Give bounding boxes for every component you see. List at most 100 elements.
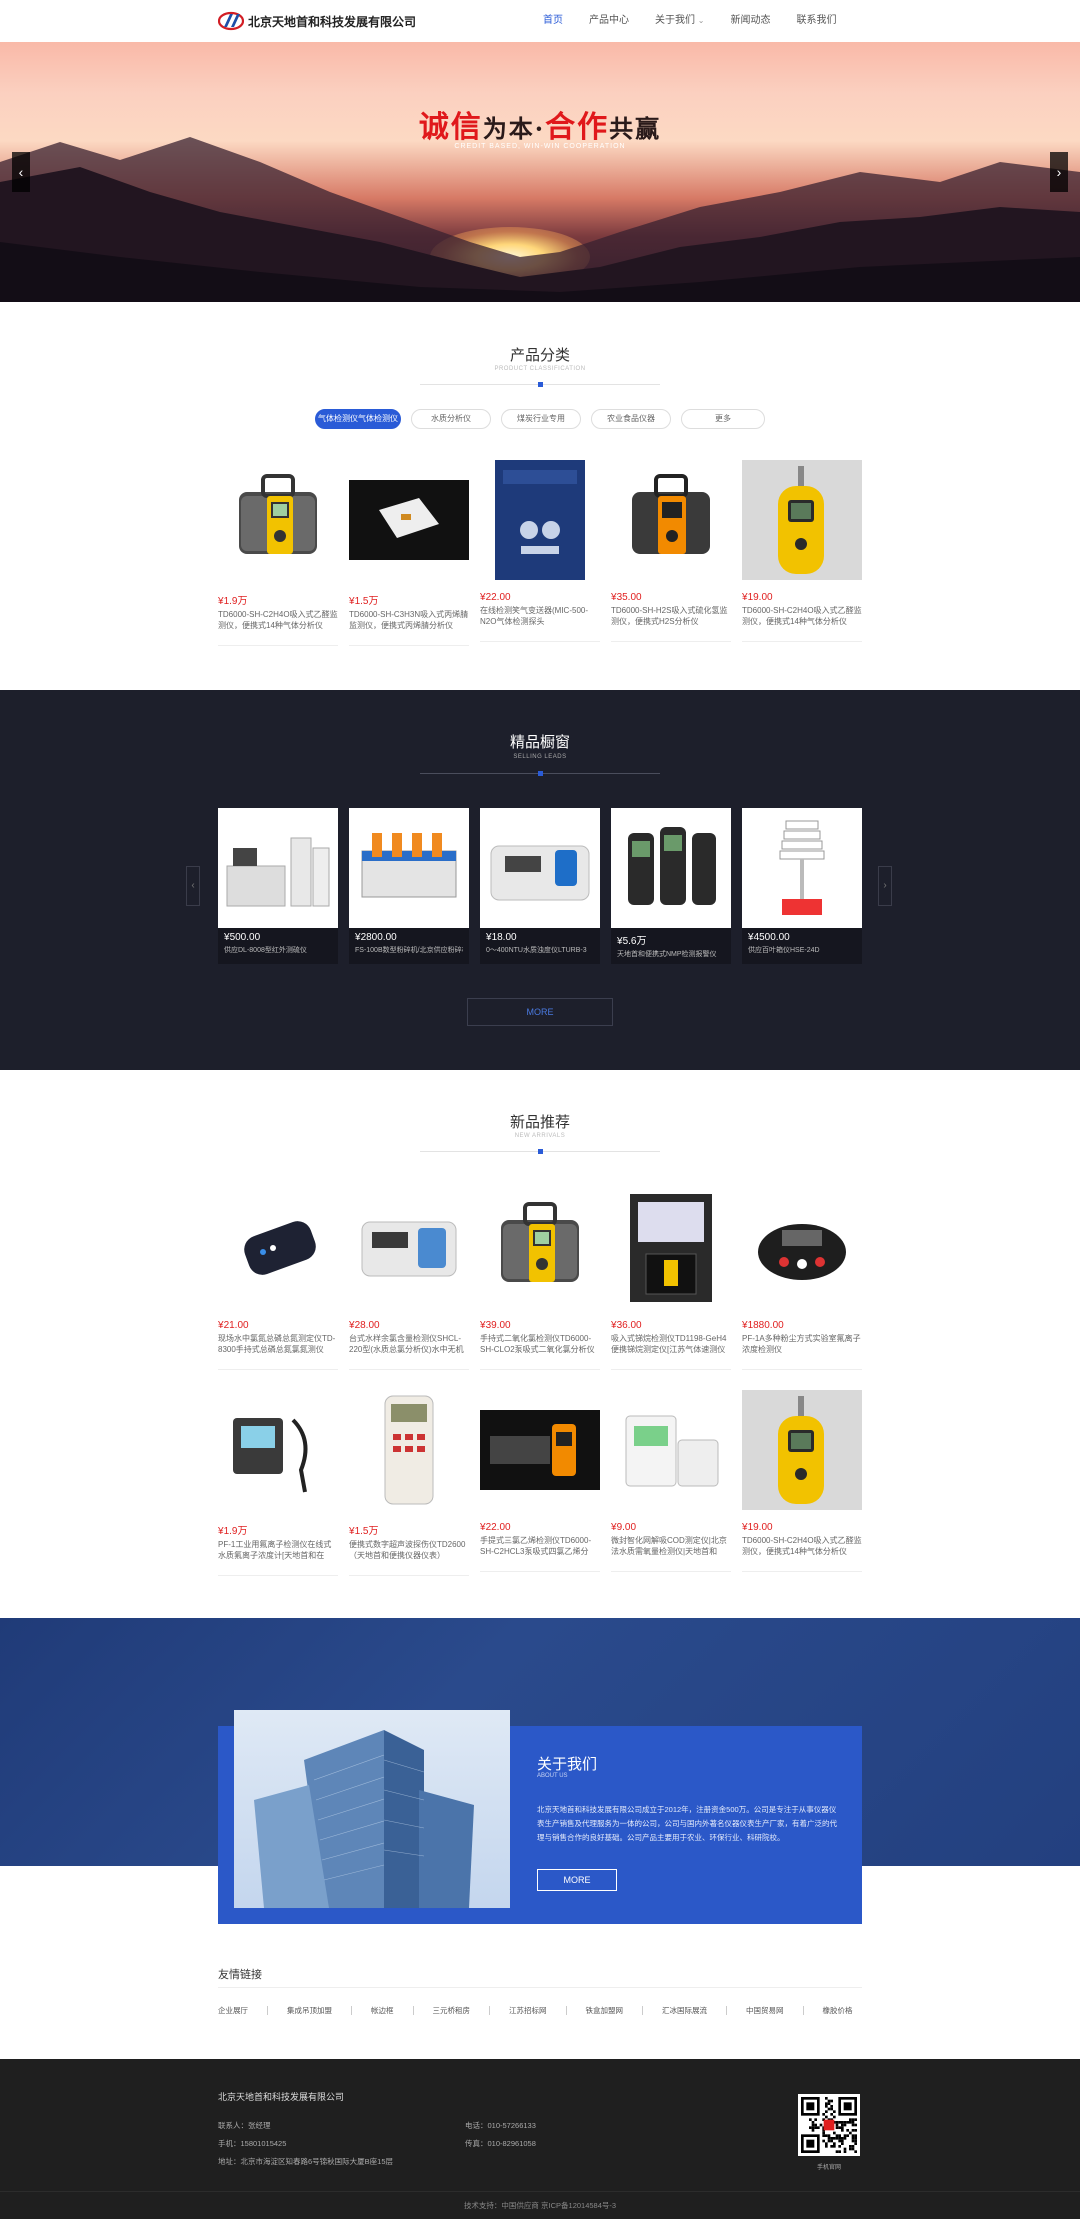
nav-products[interactable]: 产品中心 xyxy=(576,0,642,42)
product-image[interactable] xyxy=(742,808,862,928)
product-image[interactable] xyxy=(480,1188,600,1308)
product-price: ¥500.00 xyxy=(224,932,261,943)
product-image[interactable] xyxy=(611,808,731,928)
product-card[interactable]: ¥19.00 TD6000-SH-C2H4O吸入式乙醛监测仪，便携式14种气体分析… xyxy=(742,1390,862,1572)
about-description: 北京天地首和科技发展有限公司成立于2012年，注册资金500万。公司是专注于从事… xyxy=(537,1805,837,1842)
friend-link[interactable]: 集成吊顶加盟 xyxy=(287,2005,332,2016)
friend-link[interactable]: 铁盒加盟网 xyxy=(586,2005,624,2016)
qr-code-icon[interactable] xyxy=(798,2094,860,2156)
banner-prev-button[interactable]: ‹ xyxy=(12,152,30,192)
product-name[interactable]: PF-1工业用氟离子检测仪在线式水质氟离子浓度计[天地首和在 xyxy=(218,1539,338,1561)
nav-contact[interactable]: 联系我们 xyxy=(783,0,849,42)
product-image[interactable] xyxy=(218,460,338,580)
product-name[interactable]: 吸入式锑烷检测仪TD1198-GeH4便携锑烷测定仪[江苏气体速测仪 xyxy=(611,1333,731,1355)
product-name[interactable]: 天地首和便携式NMP检测报警仪 xyxy=(617,949,725,959)
product-price: ¥19.00 xyxy=(742,1522,773,1533)
selling-product-card[interactable]: ¥2800.00 FS-100B数型粉碎机/北京供应粉碎机 xyxy=(349,808,469,964)
product-name[interactable]: TD6000-SH-C2H4O吸入式乙醛监测仪，便携式14种气体分析仪 xyxy=(742,1535,862,1557)
selling-more-button[interactable]: MORE xyxy=(467,998,613,1026)
product-image[interactable] xyxy=(742,1390,862,1510)
friend-link[interactable]: 汇冰国际展流 xyxy=(662,2005,707,2016)
selling-prev-button[interactable]: ‹ xyxy=(186,866,200,906)
product-name[interactable]: TD6000-SH-H2S吸入式硫化氢监测仪，便携式H2S分析仪 xyxy=(611,605,731,627)
selling-product-card[interactable]: ¥18.00 0～400NTU水质浊度仪LTURB-3 xyxy=(480,808,600,964)
product-name[interactable]: 在线检测笑气变送器(MIC-500-N2O气体检测探头 xyxy=(480,605,600,627)
product-name[interactable]: 供应DL-8008型红外测硫仪 xyxy=(224,945,332,955)
product-image[interactable] xyxy=(218,808,338,928)
product-name[interactable]: 便携式数字超声波探伤仪TD2600（天地首和便携仪器仪表） xyxy=(349,1539,469,1561)
product-image[interactable] xyxy=(218,1390,338,1510)
product-name[interactable]: 微封智化网解吸COD测定仪|北京法水质需氧量检测仪|天地首和 xyxy=(611,1535,731,1557)
product-name[interactable]: 现场水中氯氮总磷总氮测定仪TD-8300手持式总磷总氮氯氮测仪 xyxy=(218,1333,338,1355)
product-image[interactable] xyxy=(218,1188,338,1308)
friend-link[interactable]: 企业展厅 xyxy=(218,2005,248,2016)
product-name[interactable]: 手持式二氧化氯检测仪TD6000-SH-CLO2泵吸式二氧化氯分析仪[深圳 xyxy=(480,1333,600,1355)
product-card[interactable]: ¥35.00 TD6000-SH-H2S吸入式硫化氢监测仪，便携式H2S分析仪 xyxy=(611,460,731,642)
about-building-photo xyxy=(234,1710,510,1908)
product-price: ¥1.9万 xyxy=(218,1526,248,1537)
friend-link[interactable]: 帐边框 xyxy=(371,2005,394,2016)
product-price: ¥18.00 xyxy=(486,932,517,943)
product-image[interactable] xyxy=(611,1390,731,1510)
product-card[interactable]: ¥39.00 手持式二氧化氯检测仪TD6000-SH-CLO2泵吸式二氧化氯分析仪… xyxy=(480,1188,600,1370)
tab-agri-food[interactable]: 农业食品仪器 xyxy=(591,409,671,429)
product-card[interactable]: ¥1.9万 TD6000-SH-C2H4O吸入式乙醛监测仪，便携式14种气体分析仪 xyxy=(218,460,338,646)
product-name[interactable]: TD6000-SH-C2H4O吸入式乙醛监测仪，便携式14种气体分析仪 xyxy=(218,609,338,631)
friend-link[interactable]: 中国贸易网 xyxy=(746,2005,784,2016)
product-card[interactable]: ¥19.00 TD6000-SH-C2H4O吸入式乙醛监测仪，便携式14种气体分析… xyxy=(742,460,862,642)
nav-news[interactable]: 新闻动态 xyxy=(717,0,783,42)
nav-home[interactable]: 首页 xyxy=(530,0,576,42)
tab-gas-detector[interactable]: 气体检测仪气体检测仪 xyxy=(315,409,401,429)
product-image[interactable] xyxy=(349,460,469,580)
product-name[interactable]: 0～400NTU水质浊度仪LTURB-3 xyxy=(486,945,594,955)
logo[interactable]: 北京天地首和科技发展有限公司 xyxy=(217,11,416,31)
product-name[interactable]: FS-100B数型粉碎机/北京供应粉碎机 xyxy=(355,945,463,955)
company-logo-icon xyxy=(217,11,245,31)
product-card[interactable]: ¥22.00 在线检测笑气变送器(MIC-500-N2O气体检测探头 xyxy=(480,460,600,642)
product-image[interactable] xyxy=(742,460,862,580)
divider xyxy=(218,1575,338,1576)
product-card[interactable]: ¥1.5万 便携式数字超声波探伤仪TD2600（天地首和便携仪器仪表） xyxy=(349,1390,469,1576)
product-name[interactable]: TD6000-SH-C2H4O吸入式乙醛监测仪，便携式14种气体分析仪 xyxy=(742,605,862,627)
product-card[interactable]: ¥1.9万 PF-1工业用氟离子检测仪在线式水质氟离子浓度计[天地首和在 xyxy=(218,1390,338,1576)
selling-product-card[interactable]: ¥500.00 供应DL-8008型红外测硫仪 xyxy=(218,808,338,964)
title-marker xyxy=(538,771,543,776)
product-name[interactable]: TD6000-SH-C3H3N吸入式丙烯腈监测仪，便携式丙烯腈分析仪 xyxy=(349,609,469,631)
product-name[interactable]: 供应百叶箱仪HSE-24D xyxy=(748,945,856,955)
product-image[interactable] xyxy=(611,1188,731,1308)
product-image[interactable] xyxy=(742,1188,862,1308)
divider xyxy=(0,2191,1080,2192)
product-caption: ¥500.00 供应DL-8008型红外测硫仪 xyxy=(218,928,338,964)
banner-next-button[interactable]: › xyxy=(1050,152,1068,192)
friend-link[interactable]: 三元桥租房 xyxy=(433,2005,471,2016)
product-image[interactable] xyxy=(480,808,600,928)
selling-product-card[interactable]: ¥4500.00 供应百叶箱仪HSE-24D xyxy=(742,808,862,964)
about-more-button[interactable]: MORE xyxy=(537,1869,617,1891)
friend-link[interactable]: 橡胶价格 xyxy=(823,2005,853,2016)
divider xyxy=(611,641,731,642)
product-name[interactable]: 手提式三氯乙烯检测仪TD6000-SH-C2HCL3泵吸式四氯乙烯分 xyxy=(480,1535,600,1557)
divider xyxy=(742,641,862,642)
product-card[interactable]: ¥1880.00 PF-1A多种粉尘方式实验室氟离子浓度检测仪 xyxy=(742,1188,862,1370)
friend-link[interactable]: 江苏招标网 xyxy=(509,2005,547,2016)
product-card[interactable]: ¥22.00 手提式三氯乙烯检测仪TD6000-SH-C2HCL3泵吸式四氯乙烯分 xyxy=(480,1390,600,1572)
product-card[interactable]: ¥1.5万 TD6000-SH-C3H3N吸入式丙烯腈监测仪，便携式丙烯腈分析仪 xyxy=(349,460,469,646)
product-image[interactable] xyxy=(349,808,469,928)
tab-more[interactable]: 更多 xyxy=(681,409,765,429)
product-card[interactable]: ¥9.00 微封智化网解吸COD测定仪|北京法水质需氧量检测仪|天地首和 xyxy=(611,1390,731,1572)
product-card[interactable]: ¥28.00 台式水样余氯含量检测仪SHCL-220型(水质总氯分析仪)水中无机盐 xyxy=(349,1188,469,1370)
product-name[interactable]: PF-1A多种粉尘方式实验室氟离子浓度检测仪 xyxy=(742,1333,862,1355)
product-name[interactable]: 台式水样余氯含量检测仪SHCL-220型(水质总氯分析仪)水中无机盐 xyxy=(349,1333,469,1355)
product-card[interactable]: ¥21.00 现场水中氯氮总磷总氮测定仪TD-8300手持式总磷总氮氯氮测仪 xyxy=(218,1188,338,1370)
selling-next-button[interactable]: › xyxy=(878,866,892,906)
product-image[interactable] xyxy=(480,460,600,580)
tab-water-analyzer[interactable]: 水质分析仪 xyxy=(411,409,491,429)
product-image[interactable] xyxy=(349,1188,469,1308)
product-image[interactable] xyxy=(349,1390,469,1510)
product-image[interactable] xyxy=(611,460,731,580)
tab-coal-industry[interactable]: 煤炭行业专用 xyxy=(501,409,581,429)
product-card[interactable]: ¥36.00 吸入式锑烷检测仪TD1198-GeH4便携锑烷测定仪[江苏气体速测仪 xyxy=(611,1188,731,1370)
selling-product-card[interactable]: ¥5.6万 天地首和便携式NMP检测报警仪 xyxy=(611,808,731,964)
product-image[interactable] xyxy=(480,1390,600,1510)
nav-about[interactable]: 关于我们 ⌄ xyxy=(642,0,717,42)
